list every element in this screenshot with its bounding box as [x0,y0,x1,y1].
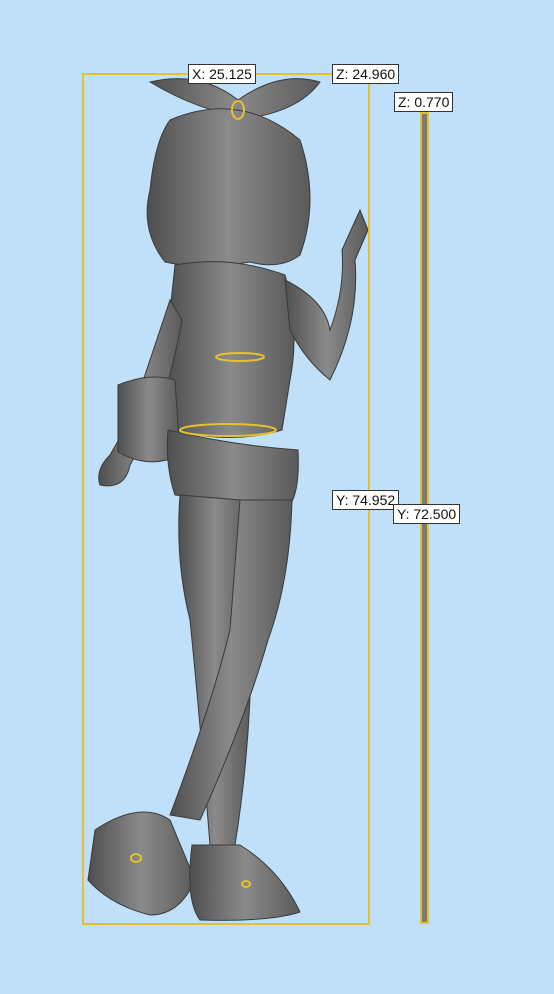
thin-y-dimension-label: Y: 72.500 [393,504,461,524]
main-y-dimension-label: Y: 74.952 [332,490,400,510]
main-x-dimension-label: X: 25.125 [188,64,256,84]
3d-viewport[interactable]: X: 25.125 Z: 24.960 Z: 0.770 Y: 74.952 Y… [0,0,554,994]
thin-z-dimension-label: Z: 0.770 [394,92,454,112]
main-z-dimension-label: Z: 24.960 [332,64,400,84]
main-bounding-box [82,73,370,925]
